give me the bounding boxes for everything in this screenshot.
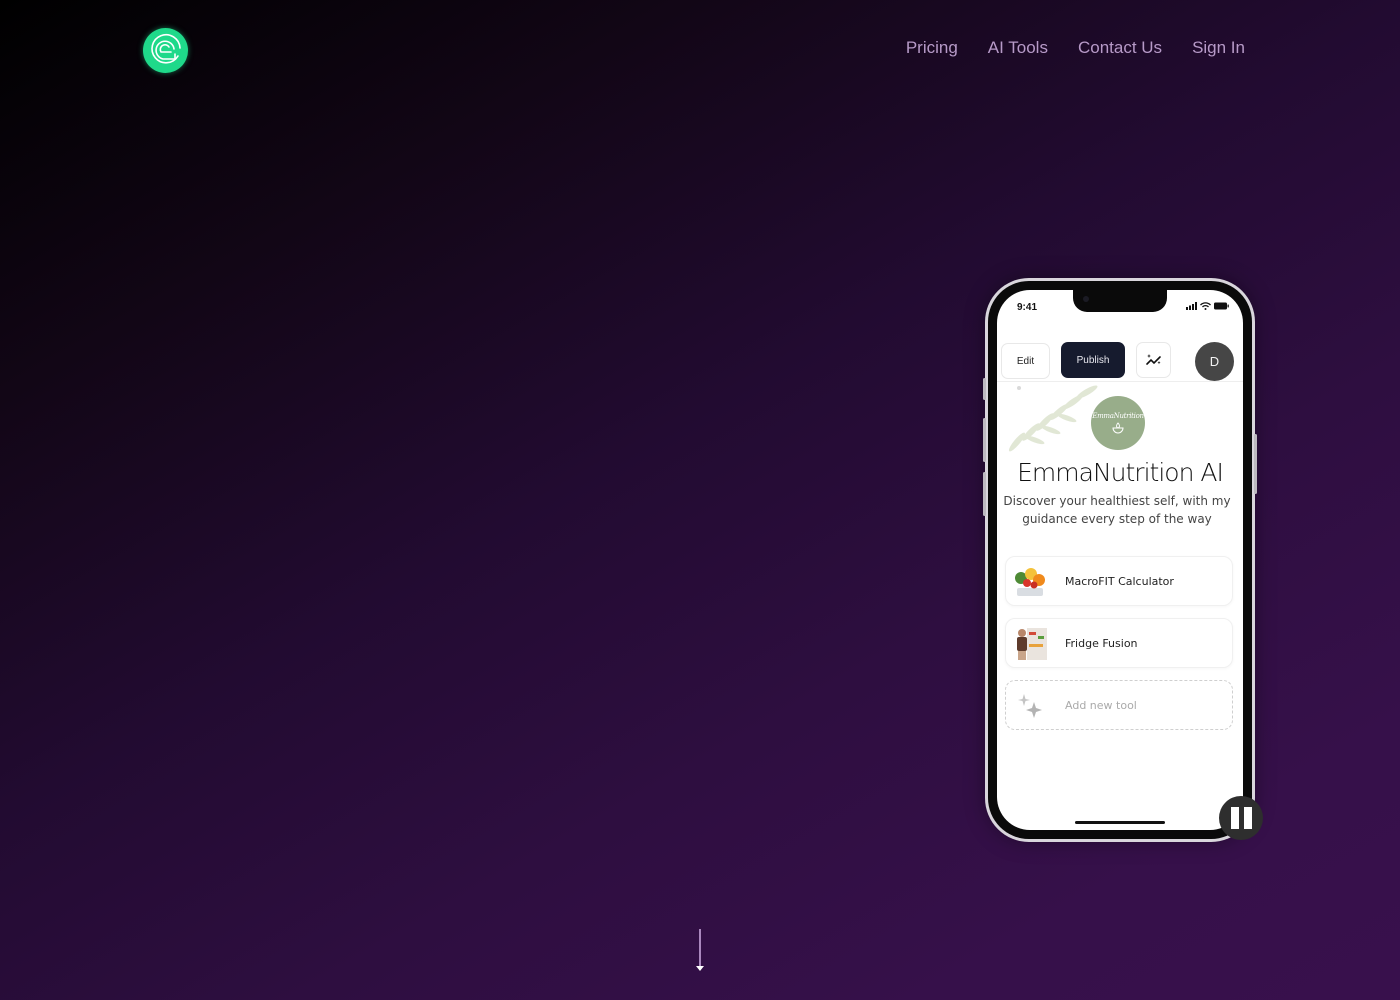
spiral-logo-icon bbox=[151, 33, 181, 64]
tool-label: Fridge Fusion bbox=[1065, 636, 1138, 650]
lotus-bowl-icon bbox=[1112, 422, 1124, 434]
main-nav: Pricing AI Tools Contact Us Sign In bbox=[906, 38, 1245, 58]
pause-icon bbox=[1230, 807, 1239, 829]
food-scale-image bbox=[1010, 561, 1050, 601]
user-avatar[interactable]: D bbox=[1195, 342, 1234, 381]
phone-screen: 9:41 Edit Publish D EmmaNutrition EmmaNu… bbox=[997, 290, 1243, 830]
add-tool-label: Add new tool bbox=[1065, 698, 1137, 712]
sparkles-icon bbox=[1010, 685, 1050, 725]
tool-card[interactable]: Fridge Fusion bbox=[1005, 618, 1233, 668]
phone-volume-up bbox=[983, 418, 986, 462]
phone-side-button bbox=[983, 378, 986, 400]
phone-volume-down bbox=[983, 472, 986, 516]
logo[interactable] bbox=[143, 28, 188, 73]
publish-button[interactable]: Publish bbox=[1061, 342, 1125, 378]
editor-toolbar: Edit Publish D bbox=[997, 332, 1243, 382]
nav-contact-us[interactable]: Contact Us bbox=[1078, 38, 1162, 58]
wifi-icon bbox=[1200, 302, 1211, 310]
add-tool-button[interactable]: Add new tool bbox=[1005, 680, 1233, 730]
nav-sign-in[interactable]: Sign In bbox=[1192, 38, 1245, 58]
sparkle-chart-icon bbox=[1145, 354, 1161, 365]
phone-power-button bbox=[1254, 434, 1257, 494]
brand-logo: EmmaNutrition bbox=[1091, 396, 1145, 450]
signal-icon bbox=[1186, 302, 1197, 310]
tool-label: MacroFIT Calculator bbox=[1065, 574, 1174, 588]
brand-logo-text: EmmaNutrition bbox=[1092, 412, 1144, 420]
phone-bezel: 9:41 Edit Publish D EmmaNutrition EmmaNu… bbox=[988, 281, 1252, 839]
pause-button[interactable] bbox=[1219, 796, 1263, 840]
edit-button[interactable]: Edit bbox=[1001, 343, 1050, 379]
battery-icon bbox=[1214, 302, 1229, 310]
ai-magic-button[interactable] bbox=[1136, 342, 1171, 378]
camera-icon bbox=[1083, 296, 1089, 302]
arrow-down-icon[interactable] bbox=[693, 929, 707, 973]
tool-card[interactable]: MacroFIT Calculator bbox=[1005, 556, 1233, 606]
phone-mockup: 9:41 Edit Publish D EmmaNutrition EmmaNu… bbox=[983, 278, 1257, 842]
status-time: 9:41 bbox=[1017, 302, 1038, 313]
profile-name: EmmaNutrition AI bbox=[1017, 458, 1224, 487]
status-icons bbox=[1186, 302, 1229, 310]
home-indicator bbox=[1075, 821, 1165, 824]
nav-ai-tools[interactable]: AI Tools bbox=[988, 38, 1048, 58]
phone-notch bbox=[1073, 290, 1167, 312]
profile-bio: Discover your healthiest self, with my g… bbox=[1003, 494, 1231, 526]
person-fridge-image bbox=[1010, 623, 1050, 663]
nav-pricing[interactable]: Pricing bbox=[906, 38, 958, 58]
pause-icon-bar bbox=[1243, 807, 1252, 829]
